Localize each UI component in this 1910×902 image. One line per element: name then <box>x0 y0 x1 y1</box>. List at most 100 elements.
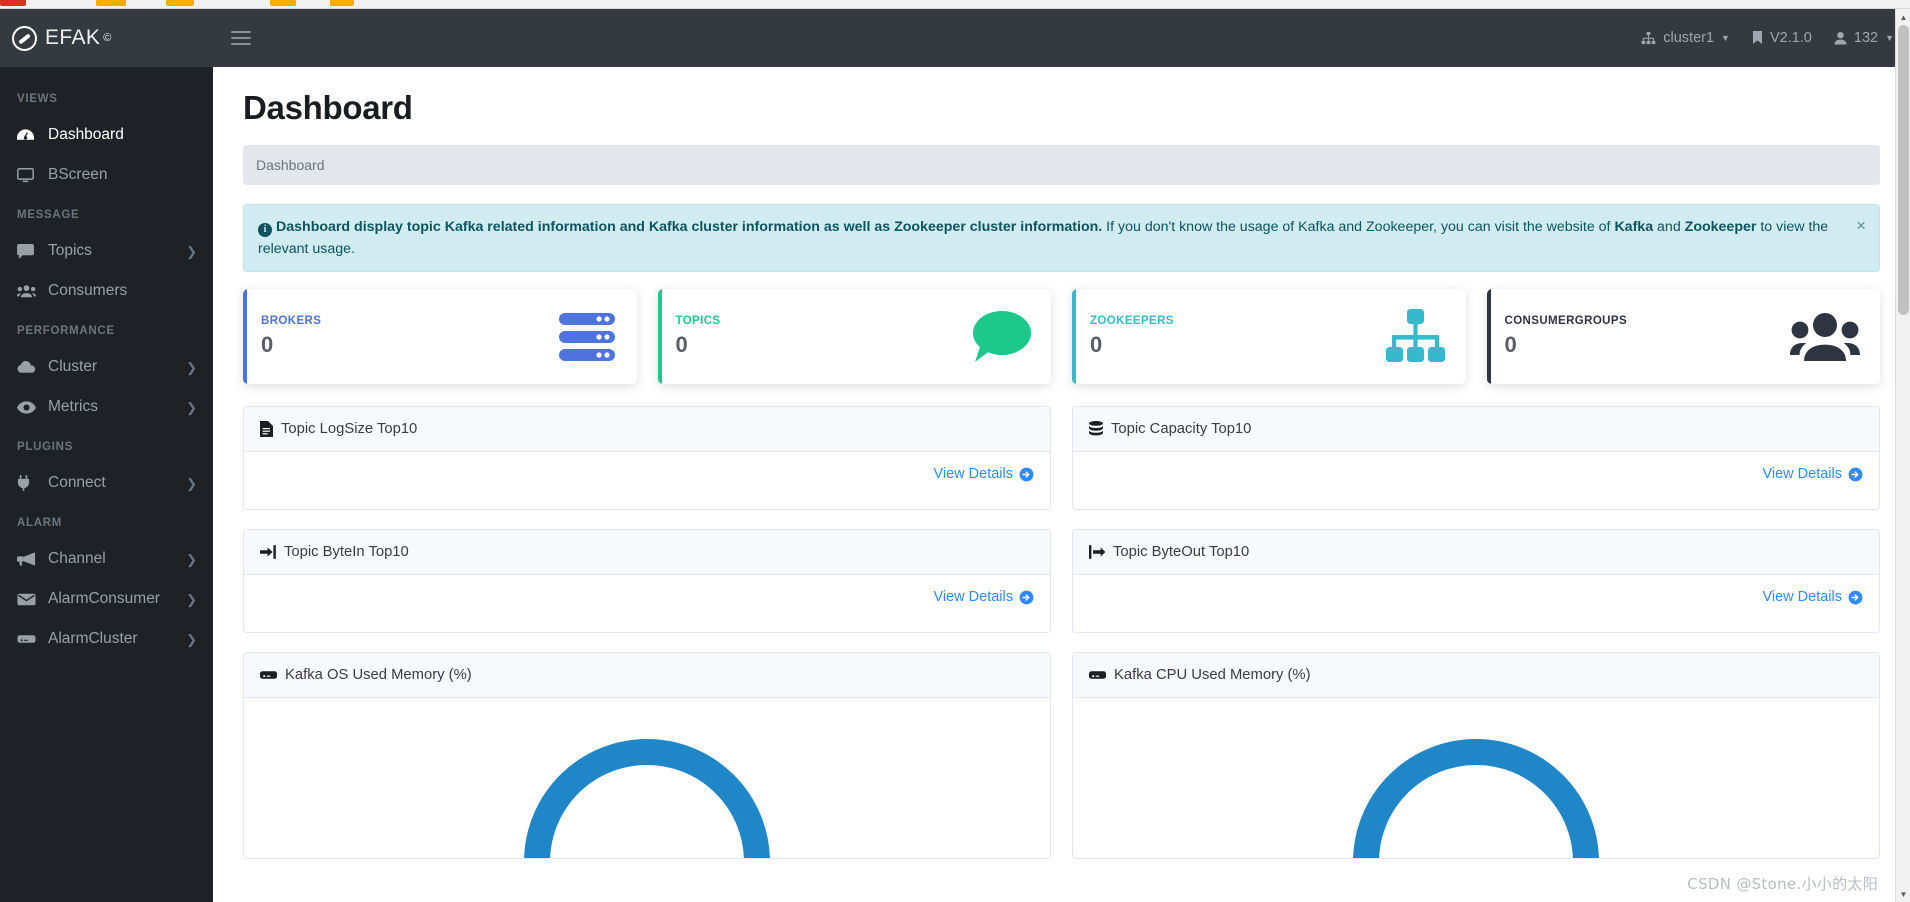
version-indicator[interactable]: V2.1.0 <box>1752 30 1812 46</box>
comment-icon <box>969 310 1031 364</box>
stat-cards-row: BROKERS 0 TOPICS 0 ZOOKEEPERS 0 CONSUMERGRO… <box>243 289 1880 384</box>
panel-row-2: Topic ByteIn Top10 View Details Topic Byte… <box>243 529 1880 633</box>
panel-header: Topic ByteIn Top10 <box>244 530 1050 575</box>
server-icon <box>1089 669 1106 681</box>
arrow-circle-right-icon <box>1019 467 1034 481</box>
alert-link-kafka[interactable]: Kafka <box>1614 219 1653 235</box>
sidebar-item-label: Cluster <box>48 358 98 375</box>
panel-header: Topic LogSize Top10 <box>244 407 1050 452</box>
sidebar-item-metrics[interactable]: Metrics ❯ <box>0 387 213 427</box>
panel-title: Topic Capacity Top10 <box>1111 421 1252 437</box>
view-details-link[interactable]: View Details <box>1089 589 1863 605</box>
sidebar-item-cluster[interactable]: Cluster ❯ <box>0 347 213 387</box>
view-details-link[interactable]: View Details <box>260 589 1034 605</box>
bookmark-icon <box>1752 31 1762 44</box>
app-root: EFAK © VIEWS Dashboard BScreen MESSAGE Topic… <box>0 9 1910 902</box>
sidebar-item-label: AlarmConsumer <box>48 590 160 607</box>
user-menu[interactable]: 132 ▼ <box>1834 30 1894 46</box>
stat-card-brokers[interactable]: BROKERS 0 <box>243 289 637 384</box>
server-icon <box>17 633 39 645</box>
stat-label: TOPICS <box>675 315 721 327</box>
stat-text: TOPICS 0 <box>676 315 970 358</box>
panel-kafka-cpu-used-memory: Kafka CPU Used Memory (%) <box>1072 652 1880 859</box>
stat-card-zookeepers[interactable]: ZOOKEEPERS 0 <box>1072 289 1466 384</box>
alert-link-zookeeper[interactable]: Zookeeper <box>1685 219 1757 235</box>
alert-bold-lead: Dashboard display topic Kafka related in… <box>276 219 1103 235</box>
sidebar-item-bscreen[interactable]: BScreen <box>0 155 213 195</box>
info-icon: i <box>258 223 272 237</box>
server-rack-icon <box>557 311 617 363</box>
view-details-link[interactable]: View Details <box>260 466 1034 482</box>
panel-topic-byteout-top10: Topic ByteOut Top10 View Details <box>1072 529 1880 633</box>
sidebar-item-label: Consumers <box>48 282 128 299</box>
cluster-selector[interactable]: cluster1 ▼ <box>1641 30 1730 46</box>
page-title: Dashboard <box>243 89 413 126</box>
browser-tab-strip <box>0 0 1910 9</box>
panel-topic-logsize-top10: Topic LogSize Top10 View Details <box>243 406 1051 510</box>
panel-title: Topic ByteOut Top10 <box>1113 544 1250 560</box>
sidebar-item-label: Dashboard <box>48 126 124 143</box>
view-details-link[interactable]: View Details <box>1089 466 1863 482</box>
stat-text: ZOOKEEPERS 0 <box>1090 315 1384 358</box>
stat-card-topics[interactable]: TOPICS 0 <box>657 289 1051 384</box>
menu-toggle-icon[interactable] <box>231 27 251 49</box>
stat-text: BROKERS 0 <box>261 315 557 358</box>
chevron-right-icon: ❯ <box>186 243 197 259</box>
envelope-icon <box>17 593 39 606</box>
panel-body: View Details <box>1073 452 1879 509</box>
sidebar-section-title: PERFORMANCE <box>17 325 115 337</box>
close-icon[interactable]: × <box>1856 217 1866 234</box>
sidebar-item-label: Topics <box>48 242 92 259</box>
sidebar-item-alarmconsumer[interactable]: AlarmConsumer ❯ <box>0 579 213 619</box>
server-icon <box>260 669 277 681</box>
users-icon <box>17 284 39 298</box>
browser-tab[interactable] <box>96 0 126 6</box>
sitemap-icon <box>1641 31 1656 44</box>
sidebar-item-connect[interactable]: Connect ❯ <box>0 463 213 503</box>
chevron-right-icon: ❯ <box>186 591 197 607</box>
dashboard-icon <box>17 128 39 142</box>
sidebar-item-dashboard[interactable]: Dashboard <box>0 115 213 155</box>
view-details-label: View Details <box>933 589 1013 605</box>
sidebar-item-consumers[interactable]: Consumers <box>0 271 213 311</box>
browser-tab[interactable] <box>270 0 296 6</box>
sidebar-item-channel[interactable]: Channel ❯ <box>0 539 213 579</box>
chevron-down-icon: ▼ <box>1885 33 1894 43</box>
version-label: V2.1.0 <box>1769 30 1812 46</box>
chevron-down-icon: ▼ <box>1721 33 1730 43</box>
breadcrumb-item: Dashboard <box>256 157 325 173</box>
panel-row-1: Topic LogSize Top10 View Details Topic Cap… <box>243 406 1880 510</box>
stat-label: ZOOKEEPERS <box>1090 315 1174 327</box>
scroll-up-icon[interactable]: ▲ <box>1896 9 1910 25</box>
sidebar-item-label: Connect <box>48 474 106 491</box>
stat-value: 0 <box>675 332 688 357</box>
stat-value: 0 <box>1504 332 1517 357</box>
stat-value: 0 <box>1090 332 1103 357</box>
gauge-chart <box>244 698 1050 858</box>
panel-topic-capacity-top10: Topic Capacity Top10 View Details <box>1072 406 1880 510</box>
browser-tab[interactable] <box>0 0 26 6</box>
sidebar-section-title: ALARM <box>17 517 63 529</box>
arrow-circle-right-icon <box>1848 590 1863 604</box>
cloud-icon <box>17 360 39 374</box>
watermark: CSDN @Stone.小小的太阳 <box>1687 875 1878 893</box>
brand-logo-area[interactable]: EFAK © <box>0 9 213 67</box>
chevron-right-icon: ❯ <box>186 359 197 375</box>
stat-card-consumergroups[interactable]: CONSUMERGROUPS 0 <box>1486 289 1880 384</box>
page-scrollbar[interactable]: ▲ ▼ <box>1895 9 1910 902</box>
browser-tab[interactable] <box>166 0 194 6</box>
panel-body: View Details <box>1073 575 1879 632</box>
sidebar-item-alarmcluster[interactable]: AlarmCluster ❯ <box>0 619 213 659</box>
panel-header: Kafka CPU Used Memory (%) <box>1073 653 1879 698</box>
file-alt-icon <box>260 421 273 437</box>
scrollbar-thumb[interactable] <box>1898 25 1909 315</box>
chevron-right-icon: ❯ <box>186 399 197 415</box>
user-icon <box>1834 31 1847 45</box>
scroll-down-icon[interactable]: ▼ <box>1896 886 1910 902</box>
browser-tab[interactable] <box>330 0 354 6</box>
database-icon <box>1089 421 1103 437</box>
plug-icon <box>17 475 39 491</box>
sidebar-item-topics[interactable]: Topics ❯ <box>0 231 213 271</box>
panel-body: View Details <box>244 575 1050 632</box>
arrow-circle-right-icon <box>1019 590 1034 604</box>
